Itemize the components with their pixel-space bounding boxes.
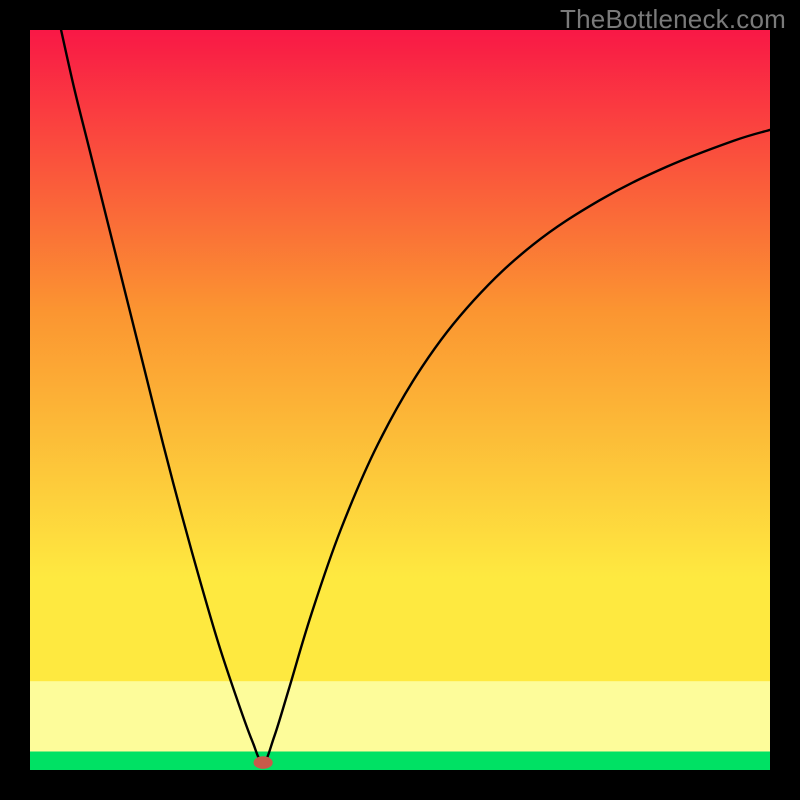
green-base [30, 752, 770, 771]
bottleneck-chart: TheBottleneck.com [0, 0, 800, 800]
minimum-marker [253, 756, 272, 769]
gradient-background [30, 30, 770, 770]
watermark-text: TheBottleneck.com [560, 4, 786, 35]
yellow-band [30, 681, 770, 751]
chart-svg [0, 0, 800, 800]
